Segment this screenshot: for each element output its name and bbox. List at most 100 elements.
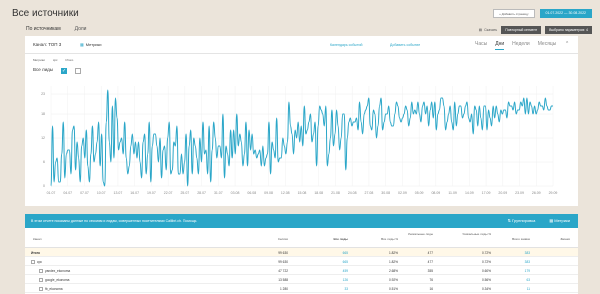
x-tick-label: 28.07: [197, 191, 206, 195]
cell-text: yandex_ekonoma: [45, 268, 71, 273]
x-tick-label: 26.09: [532, 191, 541, 195]
table-row[interactable]: fb_ekonoma 1 280 33 0.51% 16 0.34% 11: [25, 284, 578, 293]
x-tick-label: 25.07: [180, 191, 189, 195]
cell-leads[interactable]: 126: [343, 278, 348, 282]
x-tick-label: 05.09: [415, 191, 424, 195]
x-tick-label: 31.07: [214, 191, 223, 195]
grouping-button[interactable]: ⇅ Группировка: [508, 218, 536, 223]
x-tick-label: 08.09: [431, 191, 440, 195]
th-channel[interactable]: Канал: [33, 237, 42, 241]
info-banner: В этом отчете показаны данные по сессиям…: [25, 214, 578, 228]
th-sessions[interactable]: Сессии: [278, 237, 288, 241]
row-checkbox[interactable]: [39, 277, 43, 282]
header-actions: + Добавить страницу 01.07.2022 — 30.08.2…: [493, 9, 592, 18]
cell-text: 0.60%: [481, 268, 491, 273]
cell-text: 383: [524, 259, 530, 264]
cell-total-requests[interactable]: 63: [526, 278, 530, 282]
cell-text: 459: [342, 268, 348, 273]
row-checkbox[interactable]: [31, 259, 35, 264]
x-tick-label: 23.09: [515, 191, 524, 195]
y-tick-label: 18: [41, 112, 45, 116]
cell-text: 47 722: [278, 268, 288, 273]
x-tick-label: 03.08: [231, 191, 240, 195]
table-metrics-button[interactable]: ▦ Метрики: [549, 218, 570, 223]
cell-leads-pct: 2.68%: [389, 269, 398, 273]
x-tick-label: 17.09: [482, 191, 491, 195]
x-tick-label: 09.08: [264, 191, 273, 195]
cell-total-requests[interactable]: 383: [525, 260, 530, 264]
cell-text: 126: [342, 277, 348, 282]
table-body: Итого 99 630 665 1.82% 477 0.72% 383 cpc 99 630 6…: [25, 248, 578, 293]
x-tick-label: 20.09: [498, 191, 507, 195]
cell-leads-pct: 0.92%: [389, 278, 398, 282]
cell-unique-leads: 16: [429, 287, 433, 291]
params-button[interactable]: Выбрано параметров: 4: [545, 26, 592, 34]
cell-sessions: 13 588: [278, 278, 288, 282]
line-chart: 0 6 12 18 23 01.07 04.07 07.07 10.07 13.07 16.07 19…: [41, 86, 557, 195]
cell-leads[interactable]: 33: [344, 287, 348, 291]
th-calls[interactable]: Звонки: [560, 237, 570, 241]
th-all-leads-pct[interactable]: Все лиды %: [381, 237, 398, 241]
x-tick-label: 21.08: [331, 191, 340, 195]
cell-leads[interactable]: 665: [343, 251, 348, 255]
x-tick-label: 10.07: [97, 191, 106, 195]
cell-text: 33: [344, 286, 348, 291]
cell-leads-pct: 1.82%: [389, 251, 398, 255]
cell-text: 0.56%: [481, 277, 491, 282]
x-tick-label: 16.07: [130, 191, 139, 195]
add-page-button[interactable]: + Добавить страницу: [493, 9, 535, 18]
cell-total-requests[interactable]: 383: [525, 251, 530, 255]
cell-sessions: 47 722: [278, 269, 288, 273]
date-range-picker[interactable]: 01.07.2022 — 30.08.2022: [539, 9, 592, 18]
cell-text: cpc: [37, 259, 42, 264]
x-tick-label: 30.08: [381, 191, 390, 195]
th-total-requests[interactable]: Всего заявок: [512, 237, 530, 241]
cell-leads[interactable]: 459: [343, 269, 348, 273]
cell-sessions: 99 630: [278, 251, 288, 255]
cell-unique-leads-pct: 0.60%: [482, 269, 491, 273]
th-all-leads[interactable]: Все лиды: [333, 237, 348, 241]
y-tick-label: 0: [43, 184, 45, 188]
cell-text: 2.68%: [388, 268, 398, 273]
cell-text: 99 630: [278, 259, 288, 264]
x-tick-label: 11.09: [448, 191, 457, 195]
page-title: Все источники: [12, 8, 79, 19]
row-checkbox[interactable]: [39, 268, 43, 273]
cell-total-requests[interactable]: 11: [527, 287, 530, 291]
download-button[interactable]: ▤ Скачать: [479, 28, 497, 32]
table-row[interactable]: google_ekonoma 13 588 126 0.92% 76 0.56% 63: [25, 275, 578, 284]
cell-total-requests[interactable]: 179: [525, 269, 530, 273]
x-tick-label: 22.07: [164, 191, 173, 195]
x-tick-label: 19.07: [147, 191, 156, 195]
cell-sessions: 99 630: [278, 260, 288, 264]
x-tick-label: 12.08: [281, 191, 290, 195]
cell-leads-pct: 1.82%: [389, 260, 398, 264]
cell-text: 0.72%: [481, 250, 491, 255]
row-checkbox[interactable]: [39, 286, 43, 291]
cell-leads-pct: 0.51%: [389, 287, 398, 291]
cell-text: 0.34%: [481, 286, 491, 291]
cell-unique-leads-pct: 0.72%: [482, 251, 491, 255]
table-row[interactable]: Итого 99 630 665 1.82% 477 0.72% 383: [25, 248, 578, 257]
banner-text: В этом отчете показаны данные по сессиям…: [31, 219, 197, 223]
x-tick-label: 07.07: [80, 191, 89, 195]
table-row[interactable]: cpc 99 630 665 1.82% 477 0.72% 383: [25, 257, 578, 266]
cell-text: 16: [429, 286, 433, 291]
compare-segment-button[interactable]: Повторный сегмент: [501, 26, 542, 34]
table-row[interactable]: yandex_ekonoma 47 722 459 2.68% 355 0.60% 179: [25, 266, 578, 275]
cell-text: 355: [427, 268, 433, 273]
y-tick-label: 23: [41, 92, 45, 96]
th-unique-leads-pct[interactable]: Уникальные лиды %: [457, 232, 491, 236]
data-table: В этом отчете показаны данные по сессиям…: [25, 214, 578, 294]
report-actions: ▤ Скачать Повторный сегмент Выбрано парам…: [479, 26, 592, 34]
x-tick-label: 15.08: [298, 191, 307, 195]
cell-text: 1.82%: [388, 250, 398, 255]
x-tick-label: 06.08: [247, 191, 256, 195]
th-unique-leads[interactable]: Уникальные лиды: [407, 232, 433, 236]
table-actions: ⇅ Группировка ▦ Метрики: [508, 218, 570, 223]
cell-name: fb_ekonoma: [39, 287, 63, 291]
cell-text: 0.51%: [388, 286, 398, 291]
cell-unique-leads-pct: 0.34%: [482, 287, 491, 291]
cell-leads[interactable]: 665: [343, 260, 348, 264]
cell-name: Итого: [31, 251, 40, 255]
